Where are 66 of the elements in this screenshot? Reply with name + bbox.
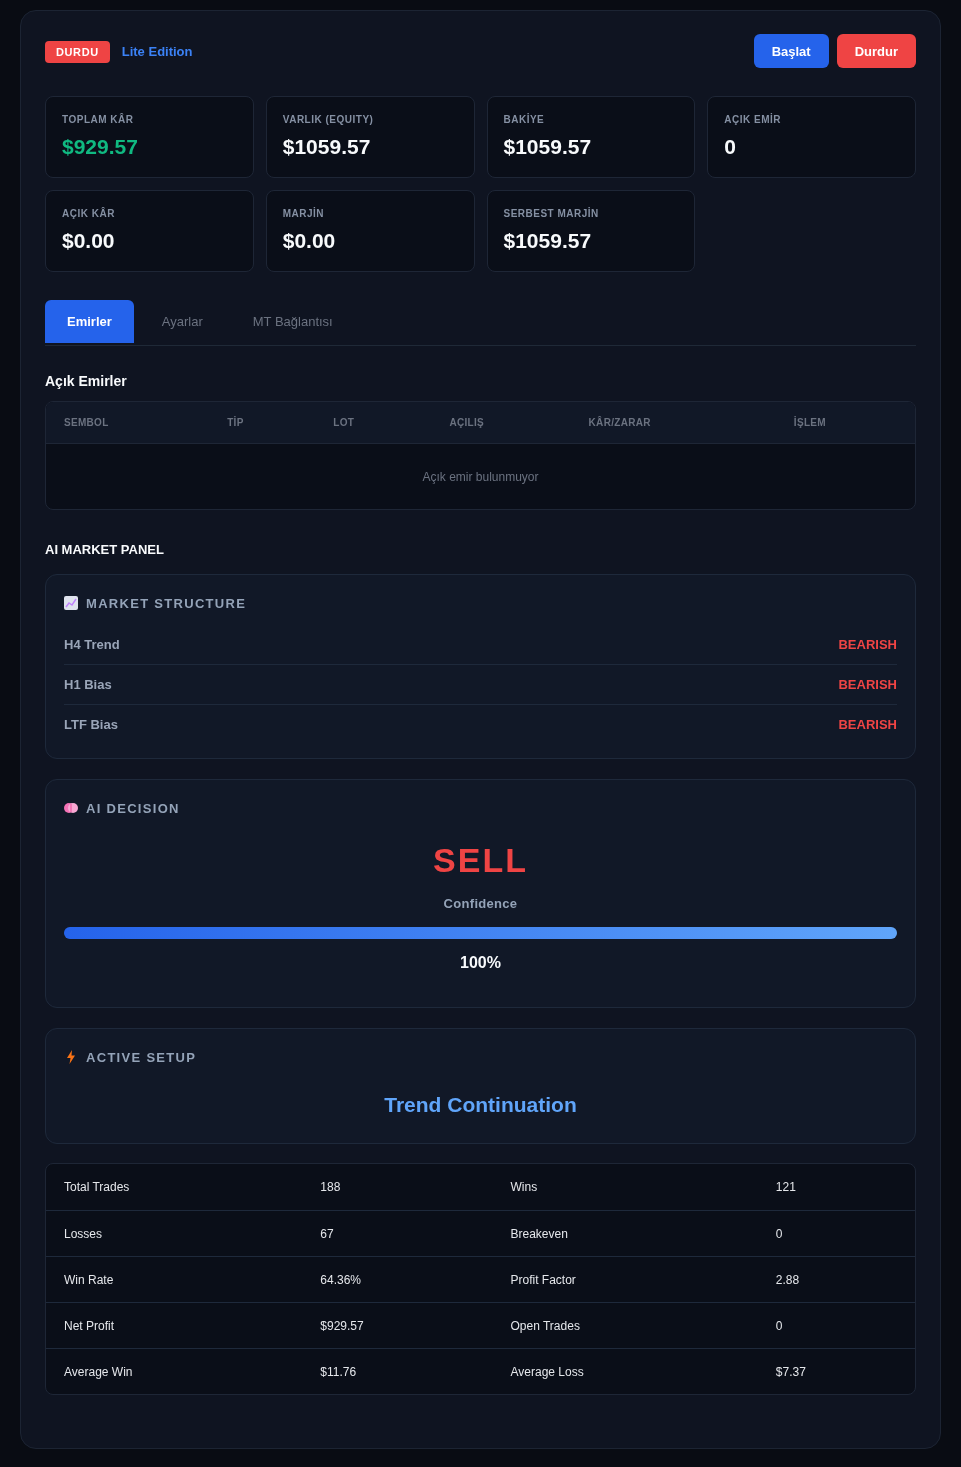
row-label: H4 Trend [64, 636, 120, 652]
stat-cell-value: $7.37 [774, 1364, 807, 1379]
row-label: H1 Bias [64, 677, 112, 692]
stat-value: $929.57 [62, 135, 139, 159]
column-header: AÇILIŞ [448, 417, 486, 428]
status-badge: DURDU [45, 40, 110, 63]
stat-label: SERBEST MARJİN [503, 208, 600, 220]
setup-name: Trend Continuation [383, 1092, 578, 1118]
stat-value: $1059.57 [282, 135, 372, 159]
section-heading: Açık Emirler [45, 373, 127, 389]
stat-label: TOPLAM KÂR [62, 114, 135, 126]
stat-label: AÇIK EMİR [724, 114, 782, 126]
empty-message: Açık emir bulunmuyor [422, 469, 539, 484]
stat-label: BAKİYE [503, 114, 546, 126]
brain-icon [64, 802, 78, 814]
stat-cell-label: Wins [509, 1180, 539, 1194]
tab[interactable]: Ayarlar [139, 300, 225, 343]
confidence-reading: 100% [459, 953, 502, 973]
stat-cell-label: Losses [63, 1226, 104, 1241]
stat-cell-label: Win Rate [63, 1272, 115, 1287]
stat-value: $0.00 [62, 229, 116, 253]
column-header: İŞLEM [792, 417, 827, 428]
stat-cell-label: Net Profit [63, 1318, 115, 1333]
column-header: LOT [332, 417, 356, 428]
stat-value: $1059.57 [503, 135, 593, 159]
stat-cell-value: 188 [319, 1180, 342, 1194]
stat-label: VARLIK (EQUITY) [282, 114, 375, 126]
stat-cell-value: 64.36% [319, 1272, 362, 1287]
confidence-label: Confidence [442, 895, 519, 913]
row-label: LTF Bias [64, 717, 118, 732]
card-title: AI DECISION [86, 800, 180, 816]
stat-label: MARJİN [282, 208, 326, 220]
stat-cell-value: 0 [774, 1226, 784, 1241]
stat-cell-value: $929.57 [319, 1318, 365, 1333]
edition-label: Lite Edition [121, 43, 193, 59]
column-header: SEMBOL [63, 417, 110, 428]
trend-value: BEARISH [838, 636, 897, 652]
stat-value: $0.00 [282, 229, 337, 253]
stat-cell-label: Breakeven [509, 1226, 569, 1241]
stat-value: 0 [724, 135, 737, 159]
column-header: KÂR/ZARAR [587, 417, 652, 428]
card-title: ACTIVE SETUP [86, 1049, 197, 1065]
stat-cell-value: 121 [774, 1180, 797, 1194]
section-heading: AI MARKET PANEL [45, 542, 164, 557]
start-button[interactable]: Başlat [753, 34, 829, 68]
trend-value: BEARISH [838, 677, 897, 692]
tab[interactable]: MT Bağlantısı [230, 300, 355, 343]
column-header: TİP [226, 417, 245, 428]
stat-cell-value: 0 [774, 1318, 784, 1333]
stat-cell-label: Average Loss [509, 1364, 585, 1379]
stat-cell-value: 67 [319, 1226, 335, 1241]
card-title: MARKET STRUCTURE [86, 595, 247, 611]
lightning-icon [67, 1050, 75, 1064]
signal-text: SELL [432, 840, 529, 881]
stat-label: AÇIK KÂR [62, 208, 116, 220]
stat-cell-label: Average Win [63, 1364, 134, 1379]
trend-value: BEARISH [838, 717, 897, 732]
chart-icon [64, 596, 78, 610]
stat-cell-value: $11.76 [319, 1364, 358, 1379]
stat-cell-label: Open Trades [509, 1318, 581, 1333]
stop-button[interactable]: Durdur [836, 34, 916, 68]
stat-value: $1059.57 [503, 229, 593, 253]
stat-cell-label: Profit Factor [509, 1272, 577, 1287]
tab[interactable]: Emirler [45, 300, 134, 343]
stat-cell-label: Total Trades [63, 1180, 131, 1194]
stat-cell-value: 2.88 [774, 1272, 801, 1287]
